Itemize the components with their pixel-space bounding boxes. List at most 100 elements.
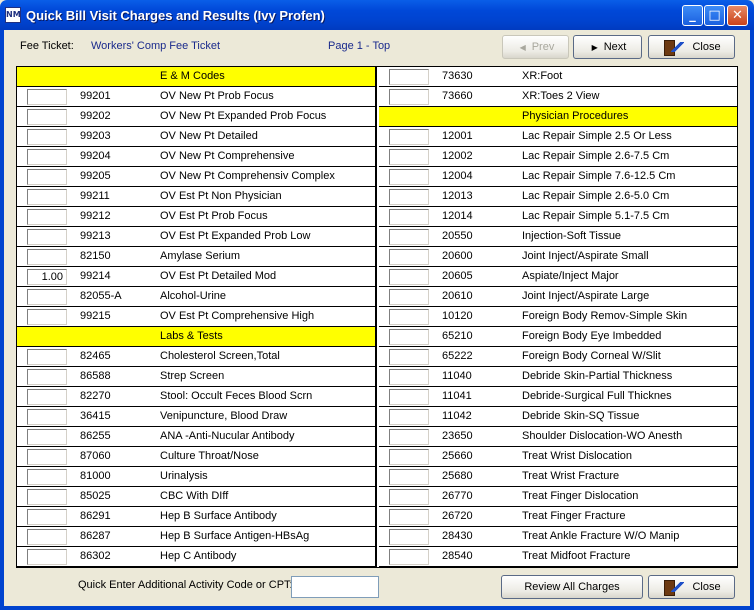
charge-description: Hep B Surface Antibody xyxy=(160,510,277,522)
charge-description: Venipuncture, Blood Draw xyxy=(160,410,288,422)
quantity-field[interactable] xyxy=(27,369,67,385)
maximize-button[interactable]: □ xyxy=(704,5,725,26)
charge-description: OV New Pt Comprehensiv Complex xyxy=(160,170,335,182)
charge-row: 87060 Culture Throat/Nose xyxy=(17,447,375,467)
quantity-field[interactable] xyxy=(389,189,429,205)
charge-row: 82270 Stool: Occult Feces Blood Scrn xyxy=(17,387,375,407)
quantity-field[interactable] xyxy=(389,489,429,505)
charge-description: Joint Inject/Aspirate Small xyxy=(522,250,649,262)
quantity-field[interactable] xyxy=(389,349,429,365)
quantity-field[interactable] xyxy=(389,229,429,245)
quantity-field[interactable] xyxy=(27,229,67,245)
cpt-code: 86291 xyxy=(80,510,111,522)
charge-row: 12002 Lac Repair Simple 2.6-7.5 Cm xyxy=(379,147,737,167)
quantity-field[interactable] xyxy=(389,169,429,185)
quantity-field[interactable] xyxy=(389,69,429,85)
quantity-field[interactable] xyxy=(27,249,67,265)
quantity-field[interactable] xyxy=(27,289,67,305)
charge-row: 73630 XR:Foot xyxy=(379,67,737,87)
quick-enter-input[interactable] xyxy=(291,576,379,598)
quantity-field[interactable] xyxy=(389,469,429,485)
minimize-button[interactable]: _ xyxy=(682,5,703,26)
quantity-field[interactable] xyxy=(389,329,429,345)
quantity-field[interactable] xyxy=(27,349,67,365)
charge-description: Amylase Serium xyxy=(160,250,241,262)
quantity-field[interactable] xyxy=(27,549,67,565)
charges-column-right: 73630 XR:Foot 73660 XR:Toes 2 View Physician… xyxy=(379,67,737,567)
charge-description: Foreign Body Remov-Simple Skin xyxy=(522,310,688,322)
quantity-field[interactable] xyxy=(389,289,429,305)
charge-row: 99202 OV New Pt Expanded Prob Focus xyxy=(17,107,375,127)
charge-description: Cholesterol Screen,Total xyxy=(160,350,280,362)
quantity-field[interactable] xyxy=(27,429,67,445)
quantity-field[interactable] xyxy=(27,449,67,465)
window-frame-left xyxy=(0,30,4,610)
charge-description: XR:Foot xyxy=(522,70,563,82)
charge-description: Debride-Surgical Full Thicknes xyxy=(522,390,672,402)
section-header: E & M Codes xyxy=(17,67,375,87)
exit-door-icon xyxy=(662,578,686,597)
cpt-code: 26720 xyxy=(442,510,473,522)
quantity-field[interactable] xyxy=(27,149,67,165)
chevron-right-icon: ▶ xyxy=(591,43,598,52)
charge-description: Alcohol-Urine xyxy=(160,290,227,302)
quantity-field[interactable] xyxy=(389,249,429,265)
charge-description: Treat Ankle Fracture W/O Manip xyxy=(522,530,680,542)
charge-description: OV New Pt Detailed xyxy=(160,130,258,142)
quantity-field[interactable] xyxy=(27,389,67,405)
title-bar[interactable]: NM Quick Bill Visit Charges and Results … xyxy=(0,0,754,30)
charge-description: Treat Finger Dislocation xyxy=(522,490,639,502)
quantity-field[interactable] xyxy=(27,89,67,105)
quantity-field[interactable] xyxy=(389,509,429,525)
quantity-field[interactable] xyxy=(27,309,67,325)
charge-row: 65222 Foreign Body Corneal W/Slit xyxy=(379,347,737,367)
cpt-code: 28430 xyxy=(442,530,473,542)
charge-row: 99212 OV Est Pt Prob Focus xyxy=(17,207,375,227)
quantity-field[interactable] xyxy=(389,209,429,225)
quantity-field[interactable] xyxy=(389,529,429,545)
charge-row: 85025 CBC With DIff xyxy=(17,487,375,507)
cpt-code: 86287 xyxy=(80,530,111,542)
close-button-top[interactable]: Close xyxy=(648,35,735,59)
window-close-button[interactable]: ✕ xyxy=(727,5,748,26)
cpt-code: 86588 xyxy=(80,370,111,382)
quantity-field[interactable] xyxy=(389,429,429,445)
cpt-code: 23650 xyxy=(442,430,473,442)
next-button[interactable]: ▶ Next xyxy=(573,35,642,59)
next-button-label: Next xyxy=(603,41,627,53)
quantity-field[interactable] xyxy=(27,509,67,525)
charge-row: 99203 OV New Pt Detailed xyxy=(17,127,375,147)
cpt-code: 82270 xyxy=(80,390,111,402)
quantity-field[interactable] xyxy=(27,529,67,545)
quantity-field[interactable] xyxy=(389,449,429,465)
close-button-bottom[interactable]: Close xyxy=(648,575,735,599)
quantity-field[interactable] xyxy=(389,89,429,105)
quantity-field[interactable] xyxy=(27,209,67,225)
cpt-code: 86302 xyxy=(80,550,111,562)
quantity-field[interactable] xyxy=(389,269,429,285)
quantity-field[interactable] xyxy=(389,149,429,165)
charge-row: 99201 OV New Pt Prob Focus xyxy=(17,87,375,107)
review-all-charges-button[interactable]: Review All Charges xyxy=(501,575,643,599)
quantity-field[interactable] xyxy=(389,309,429,325)
quantity-field[interactable] xyxy=(27,489,67,505)
quantity-field[interactable] xyxy=(27,109,67,125)
quantity-field[interactable] xyxy=(27,189,67,205)
quantity-field[interactable] xyxy=(389,549,429,565)
prev-button[interactable]: ◀ Prev xyxy=(502,35,569,59)
cpt-code: 85025 xyxy=(80,490,111,502)
quantity-field[interactable] xyxy=(27,409,67,425)
quantity-field[interactable] xyxy=(27,469,67,485)
quantity-field[interactable] xyxy=(389,369,429,385)
charge-description: Treat Wrist Dislocation xyxy=(522,450,633,462)
quantity-field[interactable] xyxy=(27,169,67,185)
charge-description: ANA -Anti-Nucular Antibody xyxy=(160,430,295,442)
quantity-field[interactable] xyxy=(27,129,67,145)
quantity-field[interactable] xyxy=(389,409,429,425)
cpt-code: 65210 xyxy=(442,330,473,342)
charge-description: Lac Repair Simple 7.6-12.5 Cm xyxy=(522,170,676,182)
quantity-field[interactable]: 1.00 xyxy=(27,269,67,285)
quantity-field[interactable] xyxy=(389,129,429,145)
charge-description: Treat Midfoot Fracture xyxy=(522,550,631,562)
quantity-field[interactable] xyxy=(389,389,429,405)
